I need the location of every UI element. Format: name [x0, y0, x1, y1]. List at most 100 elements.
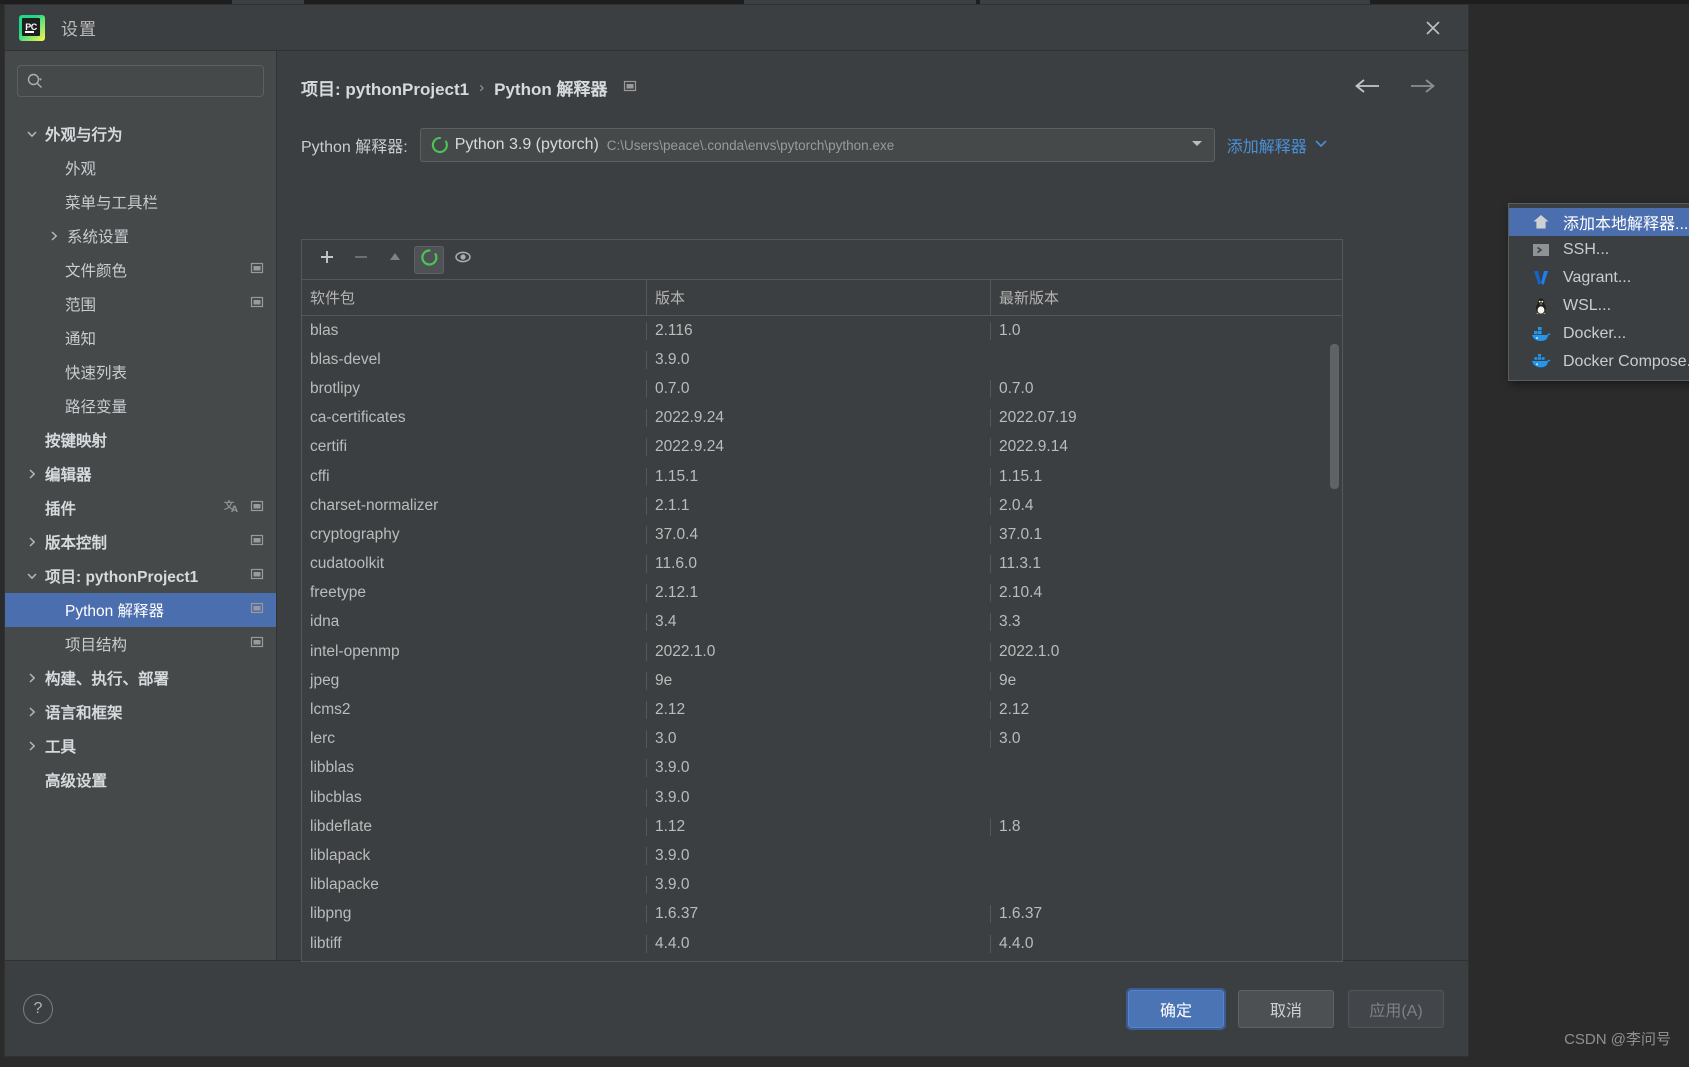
table-row[interactable]: brotlipy 0.7.0 0.7.0: [302, 374, 1342, 403]
breadcrumb-project[interactable]: 项目: pythonProject1: [301, 75, 469, 100]
table-row[interactable]: liblapacke 3.9.0: [302, 871, 1342, 900]
sidebar-item-7[interactable]: 快速列表: [5, 355, 276, 389]
sidebar-item-16[interactable]: 构建、执行、部署: [5, 661, 276, 695]
table-row[interactable]: charset-normalizer 2.1.1 2.0.4: [302, 491, 1342, 520]
table-row[interactable]: cryptography 37.0.4 37.0.1: [302, 520, 1342, 549]
svg-text:A: A: [231, 505, 238, 514]
chevron-down-icon[interactable]: [1186, 132, 1208, 159]
sidebar-item-2[interactable]: 菜单与工具栏: [5, 185, 276, 219]
close-icon[interactable]: [1420, 15, 1446, 41]
sidebar-item-label: 快速列表: [65, 365, 128, 382]
add-menu-item-1[interactable]: SSH...: [1509, 236, 1689, 264]
cell-package: liblapacke: [310, 876, 379, 894]
packages-scrollbar[interactable]: [1329, 316, 1340, 961]
sidebar-item-12[interactable]: 版本控制: [5, 525, 276, 559]
add-menu-item-4[interactable]: Docker...: [1509, 320, 1689, 348]
show-early-releases-button[interactable]: [448, 246, 478, 274]
table-row[interactable]: cudatoolkit 11.6.0 11.3.1: [302, 550, 1342, 579]
chevron-right-icon[interactable]: [21, 468, 43, 480]
sidebar-item-4[interactable]: 文件颜色: [5, 253, 276, 287]
add-menu-item-5[interactable]: Docker Compose...: [1509, 348, 1689, 376]
table-row[interactable]: libcblas 3.9.0: [302, 783, 1342, 812]
ok-button[interactable]: 确定: [1126, 987, 1226, 1030]
sidebar-item-11[interactable]: 插件 文 A: [5, 491, 276, 525]
remove-package-button[interactable]: [346, 246, 376, 274]
packages-scrollbar-thumb[interactable]: [1330, 344, 1339, 489]
table-row[interactable]: libdeflate 1.12 1.8: [302, 812, 1342, 841]
sidebar-item-6[interactable]: 通知: [5, 321, 276, 355]
add-package-button[interactable]: [312, 246, 342, 274]
packages-table-header: 软件包 版本 最新版本: [302, 280, 1342, 316]
column-header-version[interactable]: 版本: [646, 280, 990, 315]
help-button[interactable]: ?: [23, 993, 53, 1024]
chevron-right-icon[interactable]: [21, 706, 43, 718]
table-row[interactable]: cffi 1.15.1 1.15.1: [302, 462, 1342, 491]
sidebar-item-10[interactable]: 编辑器: [5, 457, 276, 491]
table-row[interactable]: intel-openmp 2022.1.0 2022.1.0: [302, 637, 1342, 666]
cell-version: 3.9.0: [646, 788, 990, 807]
sidebar-item-13[interactable]: 项目: pythonProject1: [5, 559, 276, 593]
cell-package: brotlipy: [310, 379, 360, 397]
table-row[interactable]: jpeg 9e 9e: [302, 666, 1342, 695]
table-row[interactable]: lerc 3.0 3.0: [302, 725, 1342, 754]
sidebar-item-17[interactable]: 语言和框架: [5, 695, 276, 729]
table-row[interactable]: blas 2.116 1.0: [302, 316, 1342, 345]
add-menu-item-label: WSL...: [1563, 297, 1612, 314]
table-row[interactable]: libblas 3.9.0: [302, 754, 1342, 783]
arrow-right-icon[interactable]: [1408, 77, 1438, 100]
cell-version: 1.15.1: [646, 467, 990, 486]
python-env-icon: [431, 136, 449, 154]
sidebar-item-18[interactable]: 工具: [5, 729, 276, 763]
table-row[interactable]: libpng 1.6.37 1.6.37: [302, 900, 1342, 929]
table-row[interactable]: lcms2 2.12 2.12: [302, 695, 1342, 724]
sidebar-item-9[interactable]: 按键映射: [5, 423, 276, 457]
cell-version: 2022.1.0: [646, 642, 990, 661]
upgrade-package-button[interactable]: [380, 246, 410, 274]
interpreter-path: C:\Users\peace\.conda\envs\pytorch\pytho…: [606, 137, 895, 153]
chevron-right-icon[interactable]: [43, 230, 65, 242]
table-row[interactable]: blas-devel 3.9.0: [302, 345, 1342, 374]
interpreter-row: Python 解释器: Python 3.9 (pytorch) C:\User…: [277, 100, 1468, 162]
refresh-button[interactable]: [414, 245, 444, 274]
cell-package: certifi: [310, 438, 348, 456]
chevron-down-icon[interactable]: [21, 570, 43, 582]
cell-version: 3.4: [646, 613, 990, 632]
cell-version: 37.0.4: [646, 525, 990, 544]
chevron-right-icon[interactable]: [21, 536, 43, 548]
add-menu-item-2[interactable]: Vagrant...: [1509, 264, 1689, 292]
interpreter-name: Python 3.9 (pytorch): [454, 136, 599, 153]
cell-package: libdeflate: [310, 817, 373, 835]
column-header-latest[interactable]: 最新版本: [990, 280, 1342, 315]
chevron-right-icon[interactable]: [21, 672, 43, 684]
project-scope-icon: [250, 499, 264, 518]
chevron-right-icon[interactable]: [21, 740, 43, 752]
arrow-left-icon[interactable]: [1352, 77, 1382, 100]
table-row[interactable]: freetype 2.12.1 2.10.4: [302, 579, 1342, 608]
table-row[interactable]: libtiff 4.4.0 4.4.0: [302, 929, 1342, 958]
search-input[interactable]: [50, 73, 255, 89]
sidebar-item-14[interactable]: Python 解释器: [5, 593, 276, 627]
search-box[interactable]: [17, 65, 264, 97]
table-row[interactable]: certifi 2022.9.24 2022.9.14: [302, 433, 1342, 462]
table-row[interactable]: liblapack 3.9.0: [302, 841, 1342, 870]
table-row[interactable]: ca-certificates 2022.9.24 2022.07.19: [302, 404, 1342, 433]
sidebar-item-3[interactable]: 系统设置: [5, 219, 276, 253]
sidebar-item-15[interactable]: 项目结构: [5, 627, 276, 661]
sidebar-item-label: 插件: [45, 501, 77, 518]
cell-package: libcblas: [310, 788, 362, 806]
chevron-down-icon[interactable]: [21, 128, 43, 140]
sidebar-item-19[interactable]: 高级设置: [5, 763, 276, 797]
sidebar-item-5[interactable]: 范围: [5, 287, 276, 321]
add-menu-item-3[interactable]: WSL...: [1509, 292, 1689, 320]
sidebar-item-8[interactable]: 路径变量: [5, 389, 276, 423]
add-menu-item-0[interactable]: 添加本地解释器...: [1509, 208, 1689, 236]
sidebar-item-1[interactable]: 外观: [5, 151, 276, 185]
interpreter-combobox[interactable]: Python 3.9 (pytorch) C:\Users\peace\.con…: [419, 128, 1215, 162]
cancel-button[interactable]: 取消: [1238, 989, 1334, 1028]
project-scope-icon: [250, 295, 264, 314]
column-header-package[interactable]: 软件包: [302, 280, 646, 315]
sidebar-item-0[interactable]: 外观与行为: [5, 117, 276, 151]
add-interpreter-link[interactable]: 添加解释器: [1227, 133, 1328, 157]
add-interpreter-menu: 添加本地解释器... SSH... Vagrant... WSL... Docker..…: [1508, 203, 1689, 381]
table-row[interactable]: idna 3.4 3.3: [302, 608, 1342, 637]
